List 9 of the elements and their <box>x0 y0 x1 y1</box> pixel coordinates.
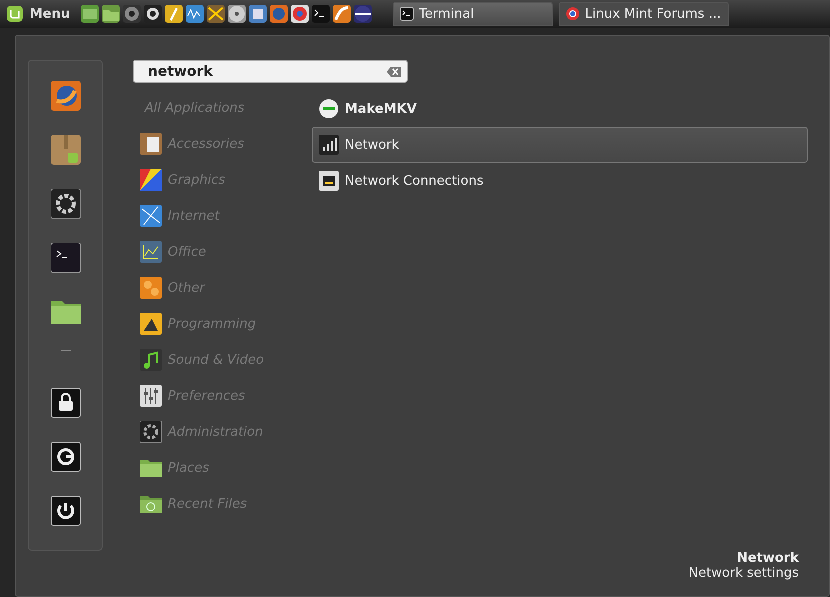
menu-button[interactable]: Menu <box>4 0 74 28</box>
taskbar-button[interactable]: Linux Mint Forums ... <box>559 2 730 26</box>
description-title: Network <box>737 551 799 566</box>
app-result[interactable]: Network <box>312 127 808 163</box>
app-result[interactable]: Network Connections <box>312 163 808 199</box>
taskbar-button[interactable]: Terminal <box>393 2 554 26</box>
search-field[interactable]: network <box>133 60 408 83</box>
app-result[interactable]: MakeMKV <box>312 91 808 127</box>
description-text: Network settings <box>688 566 799 581</box>
